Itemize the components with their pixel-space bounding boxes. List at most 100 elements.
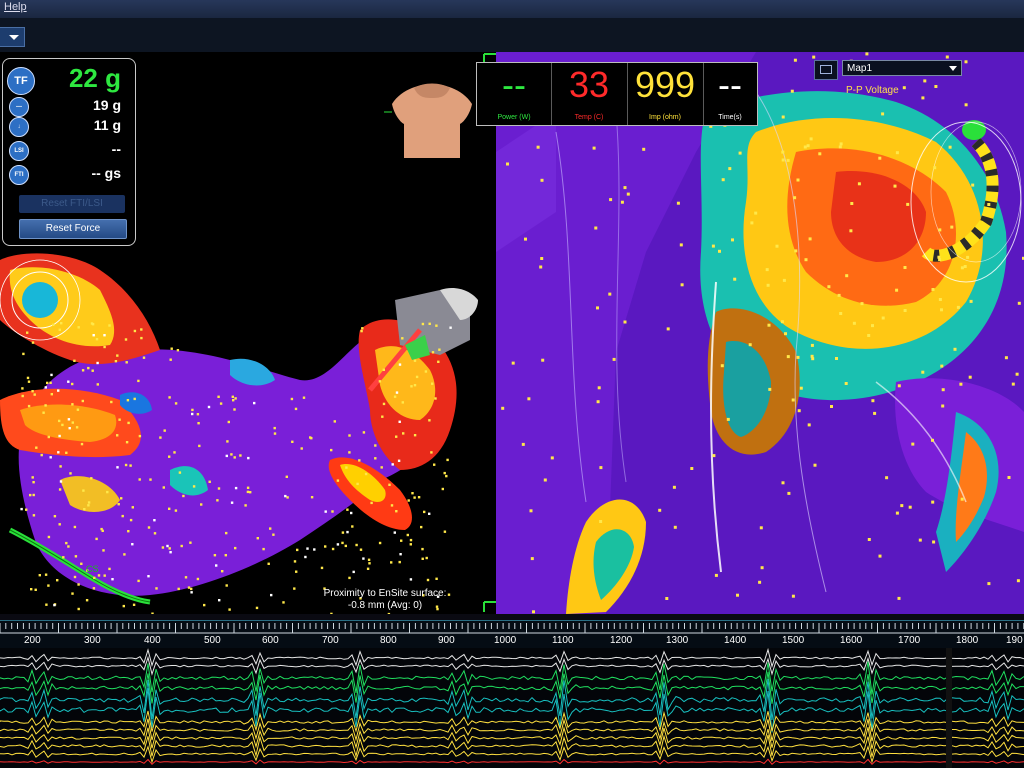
mapping-point	[897, 596, 901, 600]
mapping-point	[381, 415, 384, 418]
mapping-point	[796, 355, 800, 359]
mapping-point	[73, 525, 77, 529]
mapping-point	[948, 145, 952, 149]
mapping-point	[903, 266, 907, 269]
mapping-point	[964, 103, 968, 107]
mapping-point	[733, 277, 737, 281]
torso-orientation-icon[interactable]	[384, 78, 480, 164]
mapping-point	[391, 463, 394, 466]
tick-label: 1100	[552, 635, 574, 646]
tick-label: 190	[1006, 635, 1023, 646]
mapping-point	[57, 389, 60, 392]
mapping-point	[32, 481, 35, 484]
right-3d-map-view[interactable]	[496, 52, 1024, 614]
mapping-point	[765, 268, 769, 272]
mapping-point	[219, 402, 223, 405]
mapping-point	[791, 398, 795, 402]
mapping-point	[247, 456, 250, 460]
mapping-point	[437, 360, 440, 363]
mapping-point	[153, 532, 157, 535]
mapping-point	[679, 243, 683, 247]
mapping-point	[830, 405, 833, 408]
mapping-point	[313, 548, 316, 551]
mapping-point	[809, 137, 813, 141]
mapping-point	[38, 574, 41, 577]
view-dropdown[interactable]	[0, 27, 25, 47]
mapping-point	[380, 466, 383, 469]
timeline-ruler[interactable]: 200 300 400 500 600 700 800 900 1000 110…	[0, 620, 1024, 649]
mapping-point	[196, 413, 200, 416]
mapping-point	[35, 446, 38, 449]
mapping-point	[31, 390, 34, 393]
mapping-point	[190, 591, 193, 594]
mapping-point	[895, 151, 899, 155]
help-menu[interactable]: Help	[4, 1, 27, 13]
mapping-point	[26, 376, 30, 380]
mapping-point	[46, 381, 49, 385]
mapping-point	[781, 115, 785, 119]
mapping-point	[435, 577, 438, 580]
electrogram-traces[interactable]	[0, 648, 1024, 768]
mapping-point	[750, 221, 754, 225]
mapping-point	[131, 543, 134, 546]
mapping-point	[837, 293, 841, 297]
mapping-point	[122, 604, 125, 608]
mapping-point	[398, 420, 401, 423]
mapping-point	[406, 533, 409, 537]
mapping-point	[355, 543, 358, 547]
mapping-point	[382, 402, 386, 406]
mapping-point	[169, 551, 172, 554]
mapping-point	[90, 477, 93, 480]
mapping-point	[364, 472, 368, 476]
reset-fti-lsi-button[interactable]: Reset FTI/LSI	[19, 195, 125, 213]
mapping-point	[807, 423, 811, 427]
mapping-point	[934, 85, 938, 88]
mapping-point	[25, 508, 28, 511]
mapping-point	[390, 561, 393, 564]
mapping-point	[511, 361, 515, 365]
mapping-point	[69, 472, 72, 475]
impedance-label: Imp (ohm)	[649, 114, 681, 121]
mapping-point	[197, 422, 200, 425]
mapping-point	[68, 427, 71, 430]
mapping-point	[768, 387, 772, 391]
mapping-point	[178, 471, 182, 474]
mapping-point	[92, 587, 96, 590]
mapping-point	[658, 508, 662, 512]
map-select[interactable]: Map1	[842, 60, 962, 76]
mapping-point	[60, 322, 63, 325]
mapping-point	[435, 324, 438, 327]
mapping-point	[370, 501, 373, 505]
mapping-point	[124, 463, 128, 467]
mapping-point	[665, 597, 669, 600]
mapping-point	[155, 587, 158, 590]
mapping-point	[173, 451, 176, 454]
mapping-point	[320, 566, 324, 570]
mapping-point	[110, 400, 113, 404]
mapping-point	[712, 454, 716, 458]
toolbar	[0, 18, 1024, 52]
mapping-point	[900, 504, 904, 508]
reset-force-button[interactable]: Reset Force	[19, 219, 127, 239]
mapping-point	[931, 438, 934, 442]
mapping-point	[407, 499, 410, 502]
tick-label: 1400	[724, 635, 747, 646]
mapping-point	[409, 538, 413, 542]
mapping-point	[95, 338, 99, 341]
mapping-point	[231, 395, 234, 398]
mapping-point	[80, 442, 84, 446]
mapping-point	[878, 156, 882, 160]
map-view-icon[interactable]	[814, 60, 838, 80]
mapping-point	[123, 553, 126, 556]
mapping-point	[32, 493, 35, 497]
mapping-point	[626, 192, 630, 196]
mapping-point	[256, 537, 259, 540]
mapping-point	[596, 306, 599, 310]
mapping-point	[49, 381, 52, 384]
mapping-point	[92, 334, 95, 337]
mapping-point	[421, 557, 424, 560]
temp-value: 33	[568, 64, 610, 105]
mapping-point	[262, 547, 265, 551]
mapping-point	[116, 354, 119, 357]
fti-icon: FTI	[9, 165, 29, 185]
